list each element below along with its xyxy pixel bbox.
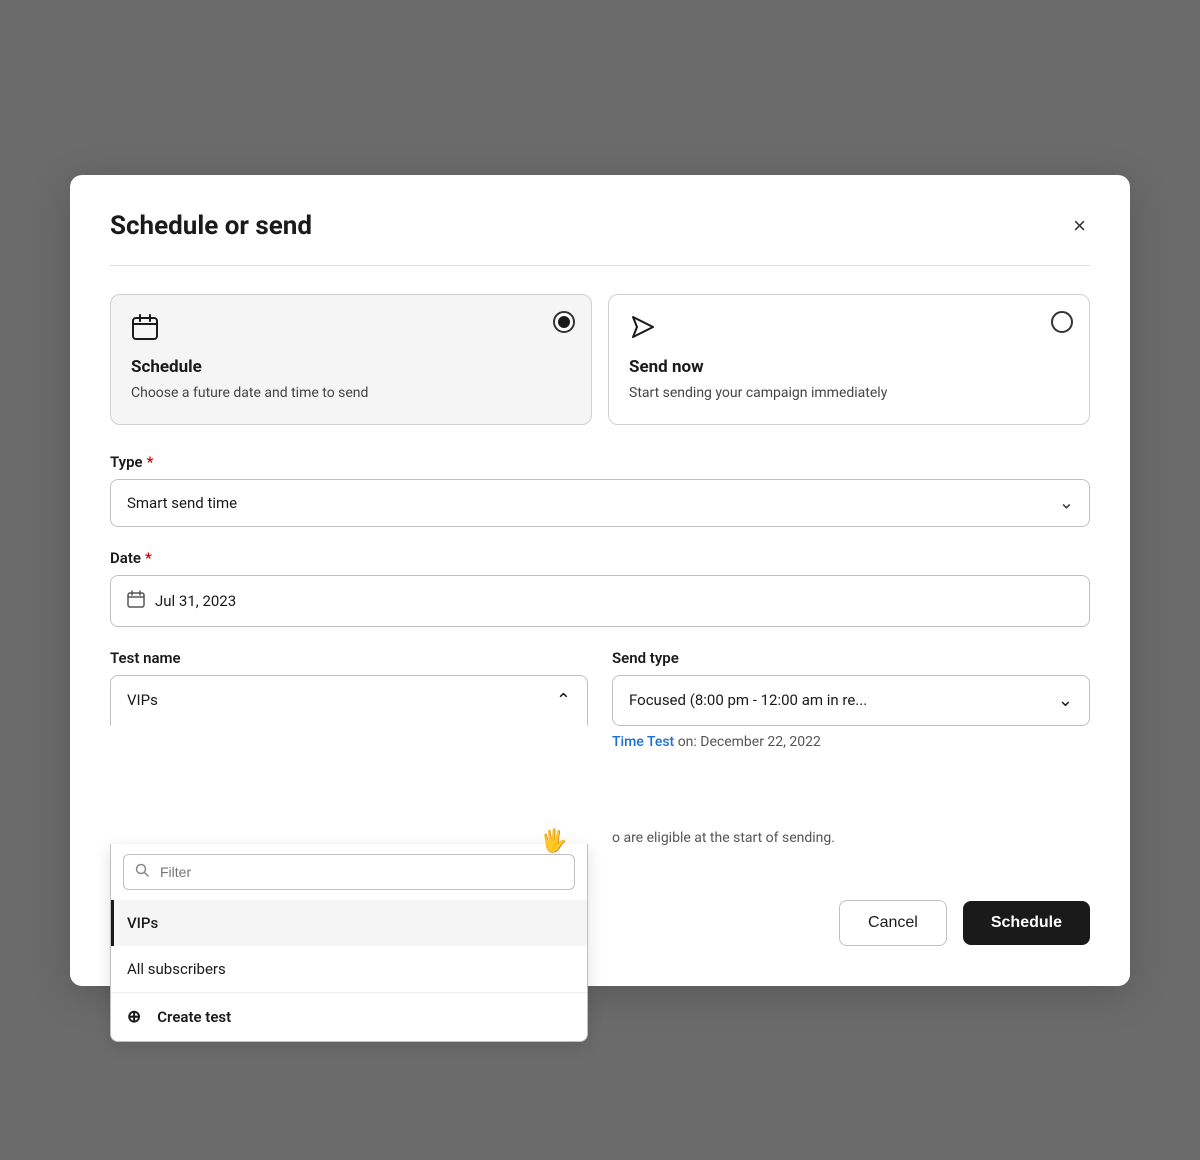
schedule-title: Schedule <box>131 357 571 377</box>
test-name-field-section: Test name VIPs ⌃ <box>110 649 588 846</box>
schedule-radio[interactable] <box>553 311 575 333</box>
test-name-label: Test name <box>110 649 588 667</box>
date-field-section: Date * Jul 31, 2023 <box>110 549 1090 627</box>
modal-title: Schedule or send <box>110 211 312 241</box>
send-type-chevron-icon: ⌄ <box>1058 690 1073 711</box>
type-field-section: Type * Smart send time ⌄ <box>110 453 1090 527</box>
send-now-title: Send now <box>629 357 1069 377</box>
type-select[interactable]: Smart send time <box>110 479 1090 527</box>
dropdown-search-wrapper <box>111 844 587 900</box>
send-now-option-card[interactable]: Send now Start sending your campaign imm… <box>608 294 1090 425</box>
test-name-select[interactable]: VIPs ⌃ <box>110 675 588 726</box>
schedule-description: Choose a future date and time to send <box>131 383 571 404</box>
modal-overlay: Schedule or send × Schedule Choose a fut… <box>0 0 1200 1160</box>
send-type-select[interactable]: Focused (8:00 pm - 12:00 am in re... ⌄ <box>612 675 1090 726</box>
test-name-chevron-icon: ⌃ <box>556 690 571 711</box>
time-test-link[interactable]: Time Test <box>612 734 674 750</box>
modal-header: Schedule or send × <box>110 211 1090 241</box>
send-type-field-section: Send type Focused (8:00 pm - 12:00 am in… <box>612 649 1090 846</box>
filter-search-icon <box>135 863 149 881</box>
test-name-select-wrapper: VIPs ⌃ <box>110 675 588 726</box>
dropdown-item-all-subscribers[interactable]: All subscribers <box>111 946 587 992</box>
schedule-option-card[interactable]: Schedule Choose a future date and time t… <box>110 294 592 425</box>
dropdown-list: VIPs All subscribers ⊕ Create test <box>111 900 587 1041</box>
dropdown-item-create-test[interactable]: ⊕ Create test <box>111 992 587 1041</box>
cancel-button[interactable]: Cancel <box>839 900 947 946</box>
type-select-wrapper: Smart send time ⌄ <box>110 479 1090 527</box>
send-type-select-wrapper: Focused (8:00 pm - 12:00 am in re... ⌄ <box>612 675 1090 726</box>
send-now-radio[interactable] <box>1051 311 1073 333</box>
date-label: Date * <box>110 549 1090 567</box>
date-input[interactable]: Jul 31, 2023 <box>110 575 1090 627</box>
filter-input[interactable] <box>123 854 575 890</box>
calendar-icon <box>131 313 571 347</box>
send-now-description: Start sending your campaign immediately <box>629 383 1069 404</box>
test-name-dropdown: VIPs All subscribers ⊕ Create test <box>110 844 588 1042</box>
dropdown-item-vips[interactable]: VIPs <box>111 900 587 946</box>
create-plus-icon: ⊕ <box>127 1007 141 1027</box>
send-type-info: Time Test on: December 22, 2022 <box>612 734 1090 750</box>
date-value: Jul 31, 2023 <box>155 592 236 610</box>
send-type-label: Send type <box>612 649 1090 667</box>
cursor-hand-icon: 🖐 <box>540 829 567 854</box>
type-required-star: * <box>147 453 154 471</box>
date-calendar-icon <box>127 590 145 612</box>
type-label: Type * <box>110 453 1090 471</box>
info-on-text: on: December 22, 2022 <box>678 734 821 750</box>
two-col-row: Test name VIPs ⌃ <box>110 649 1090 868</box>
date-required-star: * <box>145 549 152 567</box>
close-button[interactable]: × <box>1069 211 1090 241</box>
eligible-text: o are eligible at the start of sending. <box>612 830 1090 846</box>
send-icon <box>629 313 1069 347</box>
schedule-button[interactable]: Schedule <box>963 901 1090 945</box>
options-row: Schedule Choose a future date and time t… <box>110 294 1090 425</box>
header-divider <box>110 265 1090 266</box>
modal-dialog: Schedule or send × Schedule Choose a fut… <box>70 175 1130 986</box>
